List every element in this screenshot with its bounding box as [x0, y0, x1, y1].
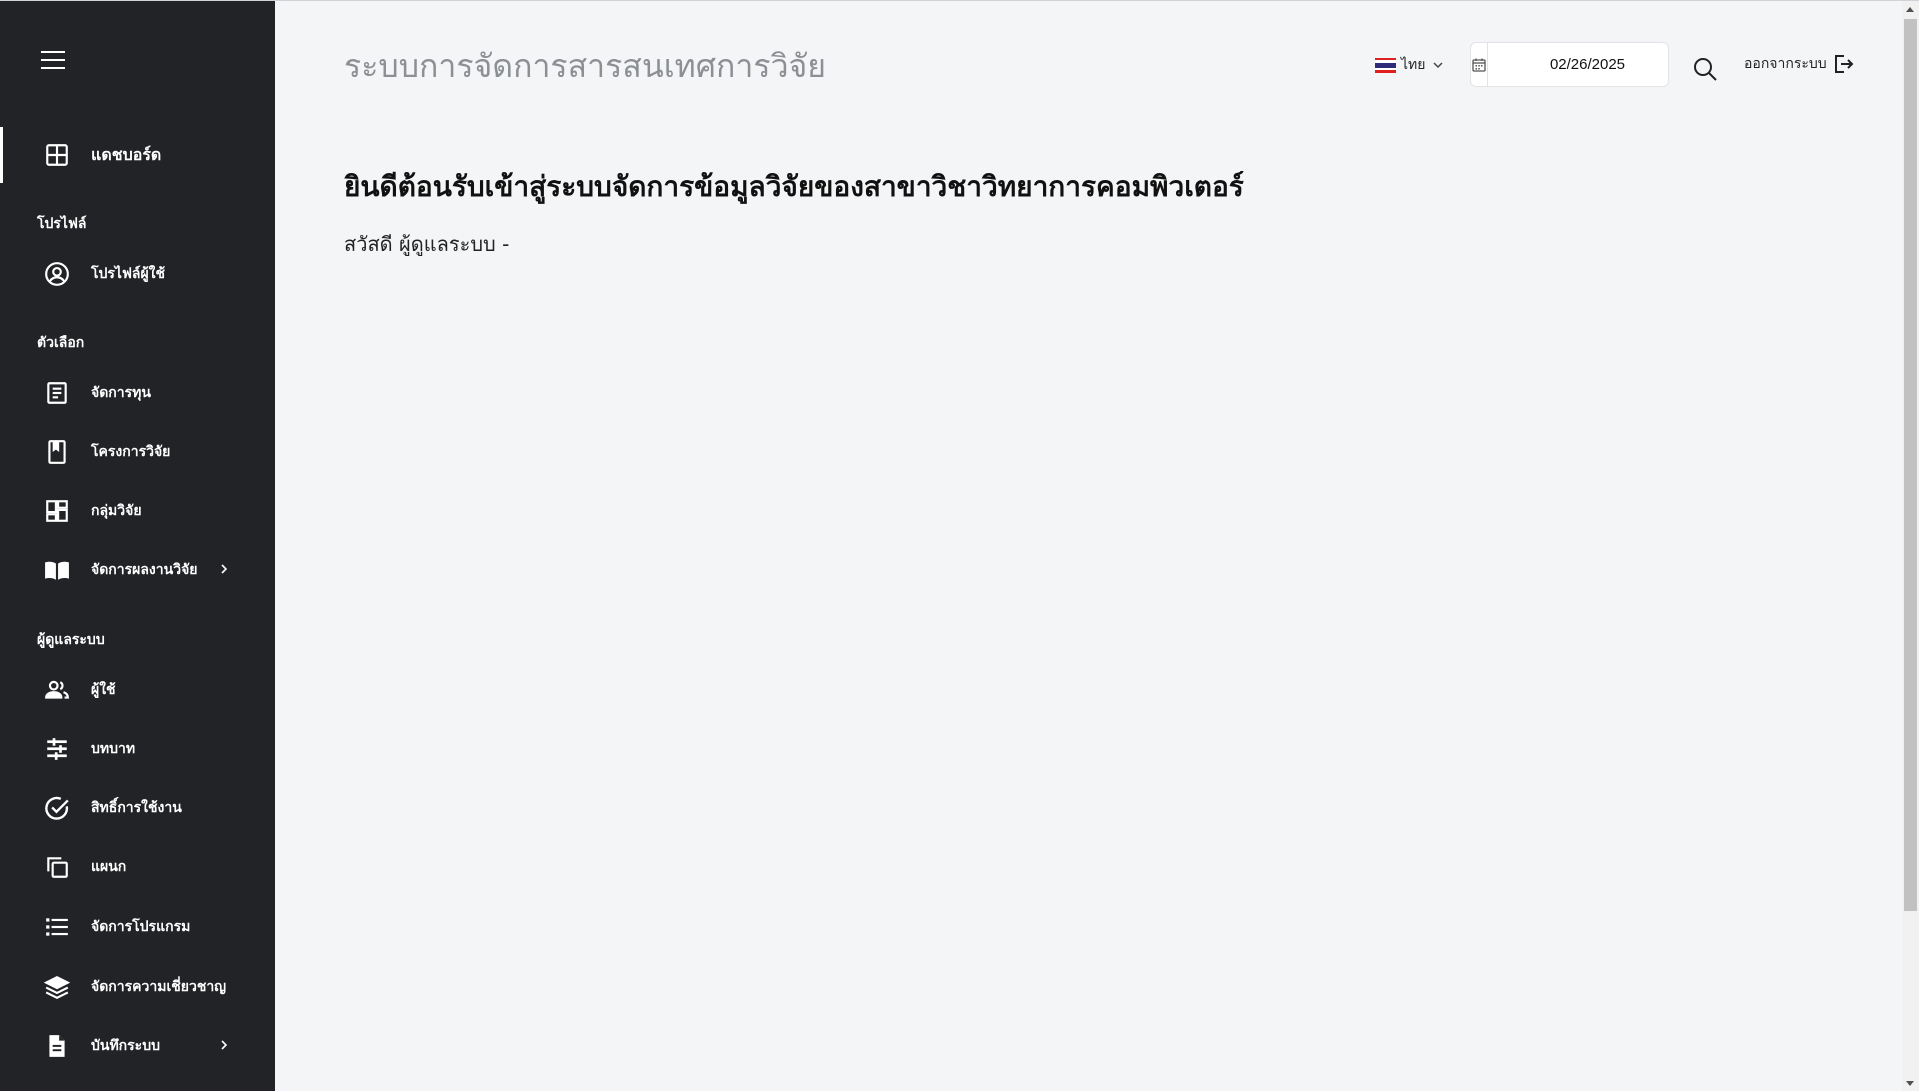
sidebar-item-label: จัดการทุน: [91, 385, 151, 401]
date-input[interactable]: [1488, 43, 1687, 86]
users-icon: [44, 677, 70, 703]
dashboard-tiles-icon: [44, 498, 70, 524]
greeting-text: สวัสดี ผู้ดูแลระบบ -: [344, 232, 510, 256]
sidebar-item-label: บทบาท: [91, 741, 136, 757]
document-icon: [44, 380, 70, 406]
welcome-heading: ยินดีต้อนรับเข้าสู่ระบบจัดการข้อมูลวิจัย…: [344, 170, 1244, 203]
sidebar-item-user-profile[interactable]: โปรไฟล์ผู้ใช้: [0, 246, 275, 302]
scroll-up-arrow-icon[interactable]: [1906, 7, 1914, 12]
sidebar-item-departments[interactable]: แผนก: [0, 839, 275, 895]
scroll-thumb[interactable]: [1904, 19, 1917, 911]
layers-icon: [44, 974, 70, 1000]
sidebar-item-manage-expertise[interactable]: จัดการความเชี่ยวชาญ: [0, 959, 275, 1015]
sidebar-item-manage-programs[interactable]: จัดการโปรแกรม: [0, 899, 275, 955]
calendar-icon[interactable]: [1471, 43, 1488, 86]
logout-label: ออกจากระบบ: [1744, 56, 1827, 72]
sidebar-item-manage-research-output[interactable]: จัดการผลงานวิจัย: [0, 542, 275, 598]
section-label-options: ตัวเลือก: [37, 335, 85, 351]
sliders-icon: [44, 736, 70, 762]
sidebar-item-system-logs[interactable]: บันทึกระบบ: [0, 1018, 275, 1074]
check-circle-icon: [44, 795, 70, 821]
bookmark-book-icon: [44, 439, 70, 465]
grid-icon: [44, 142, 70, 168]
sidebar-item-manage-funds[interactable]: จัดการทุน: [0, 365, 275, 421]
sidebar-item-label: ผู้ใช้: [91, 682, 116, 698]
list-icon: [44, 914, 70, 940]
app-window: แดชบอร์ด โปรไฟล์ โปรไฟล์ผู้ใช้ ตัวเลือก …: [0, 0, 1919, 1091]
file-text-icon: [44, 1033, 70, 1059]
section-label-admin: ผู้ดูแลระบบ: [37, 632, 105, 648]
sidebar-item-label: โปรไฟล์ผู้ใช้: [91, 266, 165, 282]
sidebar-item-label: จัดการโปรแกรม: [91, 919, 191, 935]
language-selector[interactable]: ไทย: [1375, 53, 1445, 77]
sidebar-item-research-groups[interactable]: กลุ่มวิจัย: [0, 483, 275, 539]
date-picker[interactable]: [1470, 42, 1687, 87]
vertical-scrollbar[interactable]: [1902, 1, 1919, 1091]
copy-icon: [44, 854, 70, 880]
sidebar-item-research-projects[interactable]: โครงการวิจัย: [0, 424, 275, 480]
chevron-right-icon: [221, 564, 228, 574]
section-label-profile: โปรไฟล์: [37, 216, 87, 232]
main-content: ระบบการจัดการสารสนเทศการวิจัย ไทย ออกจาก…: [275, 1, 1899, 1091]
open-book-icon: [44, 557, 70, 583]
sidebar-item-roles[interactable]: บทบาท: [0, 721, 275, 777]
logout-button[interactable]: ออกจากระบบ: [1744, 53, 1854, 75]
language-label: ไทย: [1401, 57, 1426, 73]
user-circle-icon: [44, 261, 70, 287]
search-icon[interactable]: [1692, 56, 1718, 82]
sidebar: แดชบอร์ด โปรไฟล์ โปรไฟล์ผู้ใช้ ตัวเลือก …: [0, 1, 275, 1091]
app-title: ระบบการจัดการสารสนเทศการวิจัย: [344, 47, 827, 85]
sidebar-item-label: จัดการผลงานวิจัย: [91, 562, 198, 578]
sidebar-item-label: บันทึกระบบ: [91, 1038, 160, 1054]
sidebar-item-label: จัดการความเชี่ยวชาญ: [91, 979, 227, 995]
sidebar-item-label: แผนก: [91, 859, 127, 875]
sidebar-item-label: โครงการวิจัย: [91, 444, 171, 460]
sidebar-item-label: กลุ่มวิจัย: [91, 503, 142, 519]
sidebar-item-label: สิทธิ์การใช้งาน: [91, 800, 182, 816]
chevron-down-icon: [1433, 62, 1444, 69]
sidebar-item-label: แดชบอร์ด: [91, 144, 162, 164]
sidebar-item-dashboard[interactable]: แดชบอร์ด: [0, 127, 275, 183]
chevron-right-icon: [221, 1040, 228, 1050]
scroll-down-arrow-icon[interactable]: [1906, 1081, 1914, 1086]
logout-icon: [1834, 55, 1854, 73]
sidebar-item-users[interactable]: ผู้ใช้: [0, 662, 275, 718]
menu-toggle-icon[interactable]: [41, 51, 65, 69]
thai-flag-icon: [1375, 57, 1396, 73]
sidebar-item-permissions[interactable]: สิทธิ์การใช้งาน: [0, 780, 275, 836]
